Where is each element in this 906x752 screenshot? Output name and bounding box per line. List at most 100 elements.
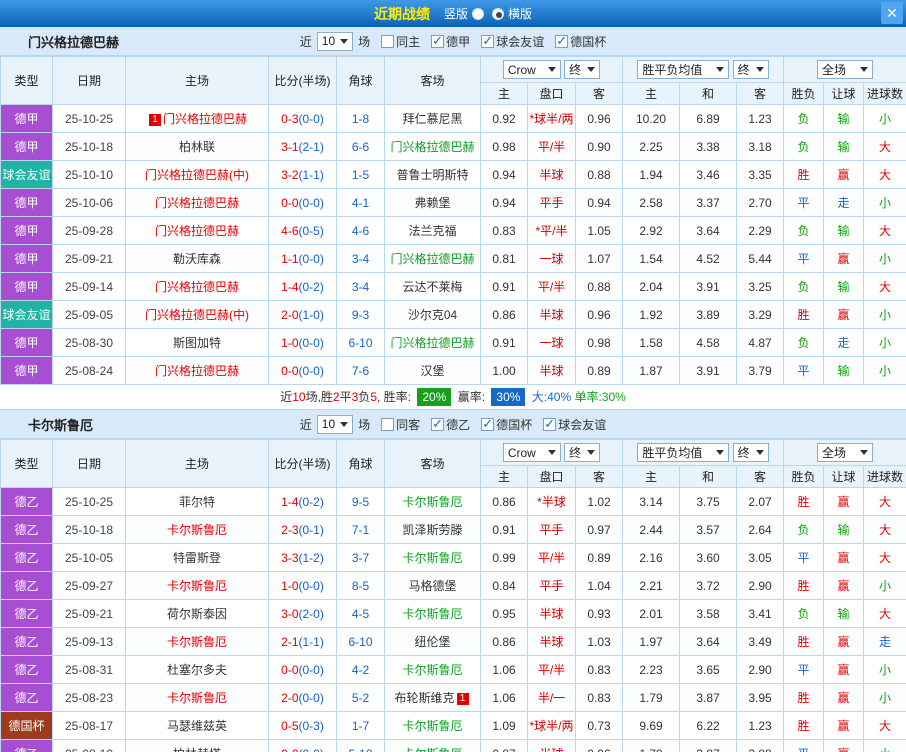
home-team-link[interactable]: 卡尔斯鲁厄 bbox=[126, 516, 269, 544]
checkbox-icon[interactable] bbox=[381, 418, 394, 431]
final-odds-dropdown[interactable]: 终 bbox=[564, 60, 600, 79]
home-team-link[interactable]: 荷尔斯泰因 bbox=[126, 600, 269, 628]
euro-home-odds: 9.69 bbox=[623, 712, 680, 740]
match-count-dropdown[interactable]: 10 bbox=[317, 32, 353, 51]
match-date: 25-10-25 bbox=[53, 488, 126, 516]
filter-same-home[interactable]: 同主 bbox=[381, 33, 420, 50]
away-team-link[interactable]: 云达不莱梅 bbox=[385, 273, 481, 301]
layout-vertical-radio[interactable] bbox=[472, 8, 484, 20]
home-team-link[interactable]: 斯图加特 bbox=[126, 329, 269, 357]
league-type-badge: 德乙 bbox=[1, 740, 53, 752]
home-team-link[interactable]: 柏林赫塔 bbox=[126, 740, 269, 752]
scope-dropdown[interactable]: 全场 bbox=[817, 443, 873, 462]
away-team-link[interactable]: 卡尔斯鲁厄 bbox=[385, 600, 481, 628]
filter-league-bundesliga[interactable]: 德甲 bbox=[431, 33, 470, 50]
checkbox-icon[interactable] bbox=[431, 35, 444, 48]
goals-result-cell: 走 bbox=[864, 628, 906, 656]
home-team-link[interactable]: 马瑟维兹英 bbox=[126, 712, 269, 740]
away-team-link[interactable]: 门兴格拉德巴赫 bbox=[385, 245, 481, 273]
home-team-link[interactable]: 柏林联 bbox=[126, 133, 269, 161]
col-type: 类型 bbox=[1, 440, 53, 488]
league-type-badge: 德甲 bbox=[1, 273, 53, 301]
asian-away-odds: 0.96 bbox=[576, 740, 623, 752]
checkbox-icon[interactable] bbox=[481, 418, 494, 431]
match-row: 德乙25-08-31杜塞尔多夫0-0(0-0)4-2卡尔斯鲁厄1.06平/半0.… bbox=[1, 656, 906, 684]
euro-away-odds: 2.90 bbox=[737, 656, 784, 684]
filter-german-cup[interactable]: 德国杯 bbox=[481, 416, 532, 433]
home-team-link[interactable]: 门兴格拉德巴赫 bbox=[126, 357, 269, 385]
score-cell: 1-4(0-2) bbox=[269, 273, 337, 301]
home-team-link[interactable]: 卡尔斯鲁厄 bbox=[126, 572, 269, 600]
match-row: 德甲25-09-28门兴格拉德巴赫4-6(0-5)4-6法兰克福0.83*平/半… bbox=[1, 217, 906, 245]
home-team-link[interactable]: 杜塞尔多夫 bbox=[126, 656, 269, 684]
away-team-link[interactable]: 纽伦堡 bbox=[385, 628, 481, 656]
home-team-link[interactable]: 菲尔特 bbox=[126, 488, 269, 516]
euro-home-odds: 1.87 bbox=[623, 357, 680, 385]
euro-away-odds: 5.44 bbox=[737, 245, 784, 273]
asian-away-odds: 1.05 bbox=[576, 217, 623, 245]
checkbox-icon[interactable] bbox=[555, 35, 568, 48]
dropdown-value: 全场 bbox=[822, 444, 846, 461]
checkbox-icon[interactable] bbox=[381, 35, 394, 48]
filter-club-friendly[interactable]: 球会友谊 bbox=[481, 33, 544, 50]
bookmaker-dropdown[interactable]: Crow bbox=[503, 60, 561, 79]
score-cell: 2-1(1-1) bbox=[269, 628, 337, 656]
wdl-average-dropdown[interactable]: 胜平负均值 bbox=[637, 443, 729, 462]
home-team-link[interactable]: 勒沃库森 bbox=[126, 245, 269, 273]
away-team-link[interactable]: 卡尔斯鲁厄 bbox=[385, 544, 481, 572]
result-cell: 平 bbox=[784, 245, 824, 273]
away-team-link[interactable]: 卡尔斯鲁厄 bbox=[385, 740, 481, 752]
home-team-link[interactable]: 1门兴格拉德巴赫 bbox=[126, 105, 269, 133]
match-date: 25-10-05 bbox=[53, 544, 126, 572]
away-team-link[interactable]: 拜仁慕尼黑 bbox=[385, 105, 481, 133]
filter-same-away[interactable]: 同客 bbox=[381, 416, 420, 433]
euro-away-odds: 1.23 bbox=[737, 712, 784, 740]
layout-horizontal-radio[interactable] bbox=[492, 8, 504, 20]
away-team-link[interactable]: 凯泽斯劳滕 bbox=[385, 516, 481, 544]
final-odds-dropdown[interactable]: 终 bbox=[564, 443, 600, 462]
scope-dropdown[interactable]: 全场 bbox=[817, 60, 873, 79]
filter-german-cup[interactable]: 德国杯 bbox=[555, 33, 606, 50]
away-team-link[interactable]: 卡尔斯鲁厄 bbox=[385, 488, 481, 516]
filter-league-bundesliga2[interactable]: 德乙 bbox=[431, 416, 470, 433]
checkbox-icon[interactable] bbox=[543, 418, 556, 431]
home-team-link[interactable]: 门兴格拉德巴赫 bbox=[126, 273, 269, 301]
final-odds-dropdown[interactable]: 终 bbox=[733, 443, 769, 462]
final-odds-dropdown[interactable]: 终 bbox=[733, 60, 769, 79]
home-team-link[interactable]: 门兴格拉德巴赫 bbox=[126, 217, 269, 245]
home-team-link[interactable]: 门兴格拉德巴赫 bbox=[126, 189, 269, 217]
col-type: 类型 bbox=[1, 57, 53, 105]
euro-home-odds: 2.01 bbox=[623, 600, 680, 628]
away-team-link[interactable]: 布轮斯维克1 bbox=[385, 684, 481, 712]
away-team-link[interactable]: 汉堡 bbox=[385, 357, 481, 385]
home-team-link[interactable]: 卡尔斯鲁厄 bbox=[126, 628, 269, 656]
away-team-link[interactable]: 法兰克福 bbox=[385, 217, 481, 245]
checkbox-icon[interactable] bbox=[481, 35, 494, 48]
away-team-link[interactable]: 弗赖堡 bbox=[385, 189, 481, 217]
home-team-link[interactable]: 卡尔斯鲁厄 bbox=[126, 684, 269, 712]
away-team-link[interactable]: 沙尔克04 bbox=[385, 301, 481, 329]
result-cell: 胜 bbox=[784, 161, 824, 189]
home-team-link[interactable]: 特雷斯登 bbox=[126, 544, 269, 572]
bookmaker-dropdown[interactable]: Crow bbox=[503, 443, 561, 462]
away-team-link[interactable]: 卡尔斯鲁厄 bbox=[385, 656, 481, 684]
corners-cell: 4-2 bbox=[337, 656, 385, 684]
result-group: 全场 bbox=[784, 440, 906, 466]
away-team-link[interactable]: 普鲁士明斯特 bbox=[385, 161, 481, 189]
away-team-link[interactable]: 卡尔斯鲁厄 bbox=[385, 712, 481, 740]
home-team-link[interactable]: 门兴格拉德巴赫(中) bbox=[126, 161, 269, 189]
page-title: 近期战绩 bbox=[374, 4, 430, 24]
home-team-link[interactable]: 门兴格拉德巴赫(中) bbox=[126, 301, 269, 329]
col-asian-away: 客 bbox=[576, 83, 623, 105]
away-team-link[interactable]: 门兴格拉德巴赫 bbox=[385, 329, 481, 357]
away-team-link[interactable]: 马格德堡 bbox=[385, 572, 481, 600]
goals-result-cell: 小 bbox=[864, 656, 906, 684]
handicap-result-cell: 输 bbox=[824, 516, 864, 544]
wdl-average-dropdown[interactable]: 胜平负均值 bbox=[637, 60, 729, 79]
match-count-dropdown[interactable]: 10 bbox=[317, 415, 353, 434]
away-team-link[interactable]: 门兴格拉德巴赫 bbox=[385, 133, 481, 161]
close-icon[interactable]: ✕ bbox=[881, 2, 903, 24]
filter-club-friendly[interactable]: 球会友谊 bbox=[543, 416, 606, 433]
checkbox-icon[interactable] bbox=[431, 418, 444, 431]
asian-handicap: 一球 bbox=[528, 245, 576, 273]
